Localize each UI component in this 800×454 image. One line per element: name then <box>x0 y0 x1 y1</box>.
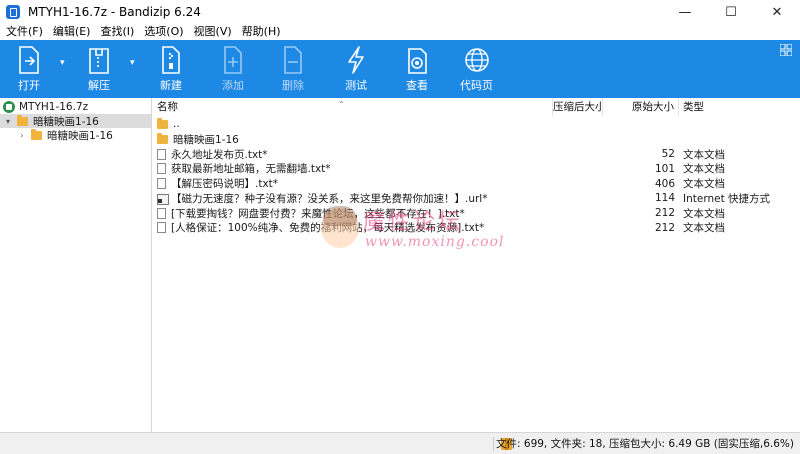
view-button[interactable]: 查看 <box>402 44 432 96</box>
file-list: 名称 ⌃ 压缩后大小 原始大小 类型 .. 暗糖映画1-16 永久地址发布页.t… <box>153 98 800 432</box>
menu-options[interactable]: 选项(O) <box>138 24 187 40</box>
delete-file-icon <box>278 44 308 76</box>
list-item[interactable]: .. <box>153 117 800 132</box>
chevron-right-icon[interactable]: › <box>17 131 27 140</box>
column-type[interactable]: 类型 <box>679 98 800 116</box>
menu-bar: 文件(F) 编辑(E) 查找(I) 选项(O) 视图(V) 帮助(H) <box>0 24 800 40</box>
codepage-globe-icon <box>462 44 492 76</box>
sort-chevron-icon: ⌃ <box>338 100 345 109</box>
text-file-icon <box>157 178 166 190</box>
menu-file[interactable]: 文件(F) <box>0 24 47 40</box>
folder-tree: MTYH1-16.7z ▾ 暗糖映画1-16 › 暗糖映画1-16 <box>0 98 152 432</box>
menu-help[interactable]: 帮助(H) <box>236 24 285 40</box>
extract-button[interactable]: 解压 <box>84 44 114 96</box>
list-item[interactable]: 暗糖映画1-16 <box>153 132 800 147</box>
open-icon <box>14 44 44 76</box>
new-archive-button[interactable]: 新建 <box>156 44 186 96</box>
folder-icon <box>17 114 28 126</box>
toolbar: 打开 ▾ 解压 ▾ 新建 添加 删除 测试 查看 代码页 <box>0 40 800 98</box>
menu-find[interactable]: 查找(I) <box>94 24 138 40</box>
tree-item-label: 暗糖映画1-16 <box>47 129 113 142</box>
test-label: 测试 <box>345 79 367 92</box>
watermark-avatar-icon <box>321 206 359 248</box>
internet-shortcut-icon <box>157 193 169 205</box>
folder-icon <box>31 128 42 140</box>
list-item[interactable]: 永久地址发布页.txt* 52 文本文档 <box>153 147 800 162</box>
status-bar: 文件: 699, 文件夹: 18, 压缩包大小: 6.49 GB (固实压缩,6… <box>0 432 800 454</box>
open-button[interactable]: 打开 <box>14 44 44 96</box>
folder-icon <box>157 118 168 129</box>
add-file-icon <box>218 44 248 76</box>
grid-layout-icon[interactable] <box>779 43 793 57</box>
list-item[interactable]: 【解压密码说明】.txt* 406 文本文档 <box>153 176 800 191</box>
delete-button[interactable]: 删除 <box>278 44 308 96</box>
bandizip-icon <box>6 5 20 19</box>
column-name[interactable]: 名称 ⌃ <box>153 98 553 116</box>
codepage-button[interactable]: 代码页 <box>460 44 493 96</box>
menu-view[interactable]: 视图(V) <box>188 24 236 40</box>
codepage-label: 代码页 <box>460 79 493 92</box>
new-archive-label: 新建 <box>160 79 182 92</box>
view-eye-icon <box>402 44 432 76</box>
folder-icon <box>157 132 168 144</box>
status-text: 文件: 699, 文件夹: 18, 压缩包大小: 6.49 GB (固实压缩,6… <box>496 438 794 450</box>
chevron-down-icon[interactable]: ▾ <box>3 117 13 126</box>
tree-item-child[interactable]: › 暗糖映画1-16 <box>0 128 113 142</box>
status-divider <box>493 437 494 451</box>
tree-root-label: MTYH1-16.7z <box>19 101 89 113</box>
column-packed-size[interactable]: 压缩后大小 <box>553 98 603 116</box>
add-label: 添加 <box>222 79 244 92</box>
watermark: 魔性论坛 www.moxing.cool <box>315 200 535 260</box>
watermark-text: 魔性论坛 <box>363 210 464 235</box>
maximize-button[interactable]: ☐ <box>708 0 754 24</box>
text-file-icon <box>157 148 166 160</box>
extract-label: 解压 <box>88 79 110 92</box>
archive-root-icon <box>3 101 15 113</box>
extract-icon <box>84 44 114 76</box>
close-button[interactable]: ✕ <box>754 0 800 24</box>
list-item[interactable]: 获取最新地址邮箱，无需翻墙.txt* 101 文本文档 <box>153 161 800 176</box>
title-bar: MTYH1-16.7z - Bandizip 6.24 — ☐ ✕ <box>0 0 800 24</box>
text-file-icon <box>157 207 166 219</box>
list-header: 名称 ⌃ 压缩后大小 原始大小 类型 <box>153 98 800 116</box>
text-file-icon <box>157 163 166 175</box>
new-archive-icon <box>156 44 186 76</box>
extract-dropdown-chevron-icon[interactable]: ▾ <box>130 58 135 68</box>
watermark-url: www.moxing.cool <box>365 234 505 250</box>
view-label: 查看 <box>406 79 428 92</box>
column-original-size[interactable]: 原始大小 <box>603 98 679 116</box>
open-dropdown-chevron-icon[interactable]: ▾ <box>60 58 65 68</box>
tree-root[interactable]: MTYH1-16.7z <box>0 100 88 114</box>
open-label: 打开 <box>18 79 40 92</box>
add-button[interactable]: 添加 <box>218 44 248 96</box>
minimize-button[interactable]: — <box>662 0 708 24</box>
delete-label: 删除 <box>282 79 304 92</box>
test-button[interactable]: 测试 <box>341 44 371 96</box>
test-lightning-icon <box>341 44 371 76</box>
tree-item-label: 暗糖映画1-16 <box>33 115 99 128</box>
tree-item-selected[interactable]: ▾ 暗糖映画1-16 <box>0 114 151 128</box>
window-title: MTYH1-16.7z - Bandizip 6.24 <box>28 5 201 19</box>
text-file-icon <box>157 222 166 234</box>
menu-edit[interactable]: 编辑(E) <box>47 24 95 40</box>
